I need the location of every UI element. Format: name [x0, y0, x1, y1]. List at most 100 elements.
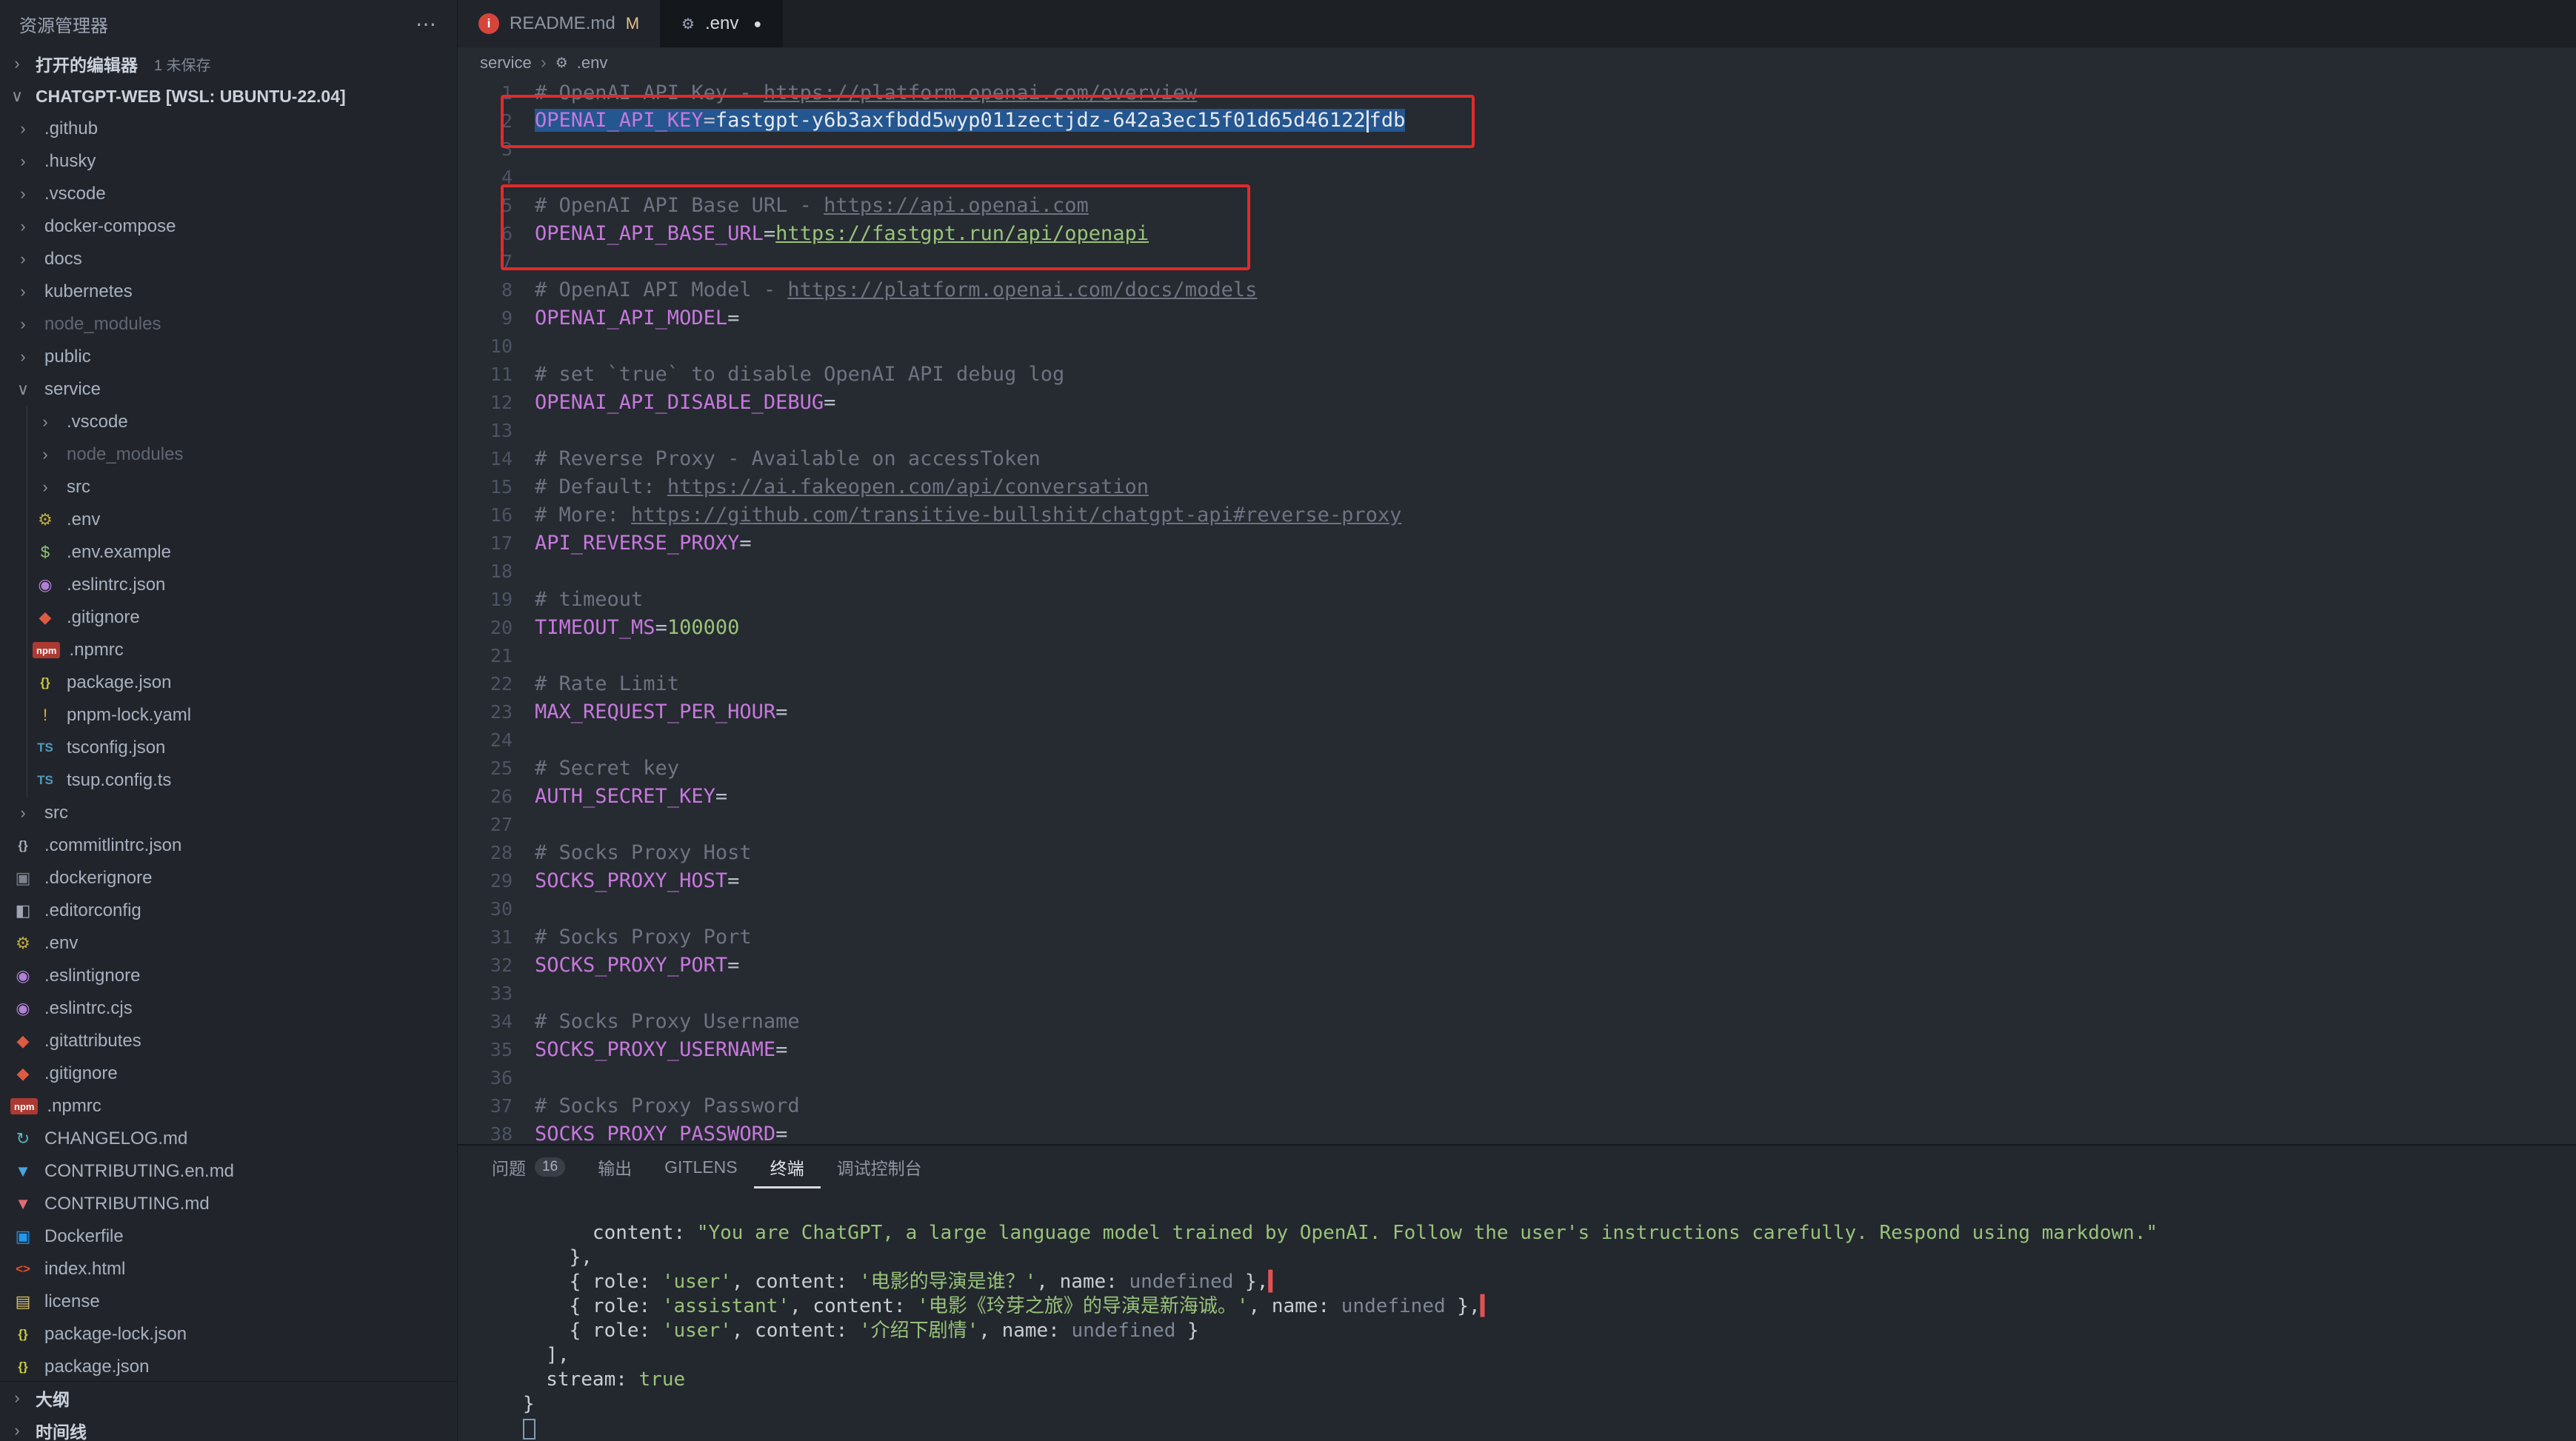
code-line-30[interactable]: 30 — [458, 895, 2576, 923]
code-line-22[interactable]: 22# Rate Limit — [458, 669, 2576, 698]
code-line-25[interactable]: 25# Secret key — [458, 754, 2576, 782]
tree-file-tsup.config.ts[interactable]: TStsup.config.ts — [0, 764, 457, 797]
code-line-18[interactable]: 18 — [458, 557, 2576, 585]
code-line-37[interactable]: 37# Socks Proxy Password — [458, 1091, 2576, 1120]
tree-item-label: .gitattributes — [44, 1031, 141, 1052]
tree-file-.env[interactable]: ⚙.env — [0, 504, 457, 536]
tree-folder-.vscode[interactable]: ›.vscode — [0, 178, 457, 210]
tree-file-.npmrc[interactable]: npm.npmrc — [0, 1090, 457, 1123]
code-line-35[interactable]: 35SOCKS_PROXY_USERNAME= — [458, 1035, 2576, 1063]
code-line-33[interactable]: 33 — [458, 979, 2576, 1007]
code-line-5[interactable]: 5# OpenAI API Base URL - https://api.ope… — [458, 191, 2576, 219]
tree-folder-src[interactable]: ›src — [0, 471, 457, 504]
tree-file-.eslintignore[interactable]: ◉.eslintignore — [0, 960, 457, 992]
code-line-27[interactable]: 27 — [458, 810, 2576, 838]
breadcrumb-item[interactable]: service — [480, 53, 532, 73]
tree-folder-kubernetes[interactable]: ›kubernetes — [0, 275, 457, 308]
code-line-11[interactable]: 11# set `true` to disable OpenAI API deb… — [458, 360, 2576, 388]
tree-file-.gitignore[interactable]: ◆.gitignore — [0, 1057, 457, 1090]
outline-section[interactable]: › 大纲 — [0, 1382, 457, 1414]
code-editor[interactable]: 1# OpenAI API Key - https://platform.ope… — [458, 78, 2576, 1144]
code-line-2[interactable]: 2OPENAI_API_KEY=fastgpt-y6b3axfbdd5wyp01… — [458, 107, 2576, 135]
tree-folder-node_modules[interactable]: ›node_modules — [0, 438, 457, 471]
code-line-16[interactable]: 16# More: https://github.com/transitive-… — [458, 501, 2576, 529]
dirty-indicator-icon[interactable]: ● — [753, 16, 761, 32]
code-line-12[interactable]: 12OPENAI_API_DISABLE_DEBUG= — [458, 388, 2576, 416]
panel-tab-problems[interactable]: 问题16 — [476, 1146, 581, 1188]
tree-file-.eslintrc.cjs[interactable]: ◉.eslintrc.cjs — [0, 992, 457, 1025]
tree-file-package.json[interactable]: {}package.json — [0, 666, 457, 699]
code-line-14[interactable]: 14# Reverse Proxy - Available on accessT… — [458, 444, 2576, 472]
tree-file-.editorconfig[interactable]: ◧.editorconfig — [0, 895, 457, 927]
code-line-26[interactable]: 26AUTH_SECRET_KEY= — [458, 782, 2576, 810]
tree-file-license[interactable]: ▤license — [0, 1285, 457, 1318]
code-line-28[interactable]: 28# Socks Proxy Host — [458, 838, 2576, 866]
tree-folder-src[interactable]: ›src — [0, 797, 457, 829]
code-line-10[interactable]: 10 — [458, 332, 2576, 360]
tree-file-Dockerfile[interactable]: ▣Dockerfile — [0, 1220, 457, 1253]
code-line-3[interactable]: 3 — [458, 135, 2576, 163]
timeline-section[interactable]: › 时间线 — [0, 1414, 457, 1441]
code-line-21[interactable]: 21 — [458, 641, 2576, 669]
tree-folder-docker-compose[interactable]: ›docker-compose — [0, 210, 457, 243]
tree-file-package-lock.json[interactable]: {}package-lock.json — [0, 1318, 457, 1351]
tree-folder-.husky[interactable]: ›.husky — [0, 145, 457, 178]
readme-tab[interactable]: iREADME.mdM — [458, 0, 661, 47]
tree-file-.commitlintrc.json[interactable]: {}.commitlintrc.json — [0, 829, 457, 862]
open-editors-section[interactable]: › 打开的编辑器 1 未保存 — [0, 47, 457, 80]
code-line-38[interactable]: 38SOCKS_PROXY_PASSWORD= — [458, 1120, 2576, 1144]
tree-file-.dockerignore[interactable]: ▣.dockerignore — [0, 862, 457, 895]
code-line-7[interactable]: 7 — [458, 247, 2576, 275]
line-number: 21 — [458, 645, 513, 666]
git-modified-badge: M — [626, 14, 639, 33]
tree-file-.gitignore[interactable]: ◆.gitignore — [0, 601, 457, 634]
panel-tab-debug-console[interactable]: 调试控制台 — [821, 1146, 938, 1188]
env-tab[interactable]: ⚙.env● — [661, 0, 783, 47]
panel-tab-gitlens[interactable]: GITLENS — [648, 1146, 753, 1188]
tree-file-package.json[interactable]: {}package.json — [0, 1351, 457, 1383]
code-line-15[interactable]: 15# Default: https://ai.fakeopen.com/api… — [458, 472, 2576, 501]
code-line-17[interactable]: 17API_REVERSE_PROXY= — [458, 529, 2576, 557]
chevron-right-icon: › — [7, 1421, 27, 1440]
panel-tab-terminal[interactable]: 终端 — [754, 1146, 821, 1188]
tree-folder-node_modules[interactable]: ›node_modules — [0, 308, 457, 341]
tree-file-index.html[interactable]: <>index.html — [0, 1253, 457, 1285]
tree-file-CONTRIBUTING.md[interactable]: ▼CONTRIBUTING.md — [0, 1188, 457, 1220]
code-line-23[interactable]: 23MAX_REQUEST_PER_HOUR= — [458, 698, 2576, 726]
tree-folder-.vscode[interactable]: ›.vscode — [0, 406, 457, 438]
code-line-36[interactable]: 36 — [458, 1063, 2576, 1091]
code-line-19[interactable]: 19# timeout — [458, 585, 2576, 613]
code-line-32[interactable]: 32SOCKS_PROXY_PORT= — [458, 951, 2576, 979]
tree-file-tsconfig.json[interactable]: TStsconfig.json — [0, 732, 457, 764]
code-line-24[interactable]: 24 — [458, 726, 2576, 754]
tree-folder-public[interactable]: ›public — [0, 341, 457, 373]
tree-file-.npmrc[interactable]: npm.npmrc — [0, 634, 457, 666]
tree-file-.env[interactable]: ⚙.env — [0, 927, 457, 960]
code-line-6[interactable]: 6OPENAI_API_BASE_URL=https://fastgpt.run… — [458, 219, 2576, 247]
code-line-4[interactable]: 4 — [458, 163, 2576, 191]
code-line-31[interactable]: 31# Socks Proxy Port — [458, 923, 2576, 951]
tree-folder-docs[interactable]: ›docs — [0, 243, 457, 275]
code-line-20[interactable]: 20TIMEOUT_MS=100000 — [458, 613, 2576, 641]
code-line-29[interactable]: 29SOCKS_PROXY_HOST= — [458, 866, 2576, 895]
tree-file-.env.example[interactable]: $.env.example — [0, 536, 457, 569]
workspace-section[interactable]: ∨ CHATGPT-WEB [WSL: UBUNTU-22.04] — [0, 80, 457, 113]
tree-folder-.github[interactable]: ›.github — [0, 113, 457, 145]
more-actions-icon[interactable]: ⋯ — [416, 12, 438, 36]
tree-file-.eslintrc.json[interactable]: ◉.eslintrc.json — [0, 569, 457, 601]
breadcrumb-item[interactable]: .env — [577, 53, 608, 73]
tree-file-CONTRIBUTING.en.md[interactable]: ▼CONTRIBUTING.en.md — [0, 1155, 457, 1188]
tree-item-label: .npmrc — [69, 640, 123, 661]
code-line-1[interactable]: 1# OpenAI API Key - https://platform.ope… — [458, 78, 2576, 107]
tree-file-.gitattributes[interactable]: ◆.gitattributes — [0, 1025, 457, 1057]
tree-file-pnpm-lock.yaml[interactable]: !pnpm-lock.yaml — [0, 699, 457, 732]
terminal-output[interactable]: content: "You are ChatGPT, a large langu… — [458, 1188, 2576, 1441]
line-number: 14 — [458, 448, 513, 469]
code-line-34[interactable]: 34# Socks Proxy Username — [458, 1007, 2576, 1035]
code-line-8[interactable]: 8# OpenAI API Model - https://platform.o… — [458, 275, 2576, 304]
code-line-9[interactable]: 9OPENAI_API_MODEL= — [458, 304, 2576, 332]
panel-tab-output[interactable]: 输出 — [581, 1146, 648, 1188]
code-line-13[interactable]: 13 — [458, 416, 2576, 444]
tree-folder-service[interactable]: ∨service — [0, 373, 457, 406]
tree-file-CHANGELOG.md[interactable]: ↻CHANGELOG.md — [0, 1123, 457, 1155]
